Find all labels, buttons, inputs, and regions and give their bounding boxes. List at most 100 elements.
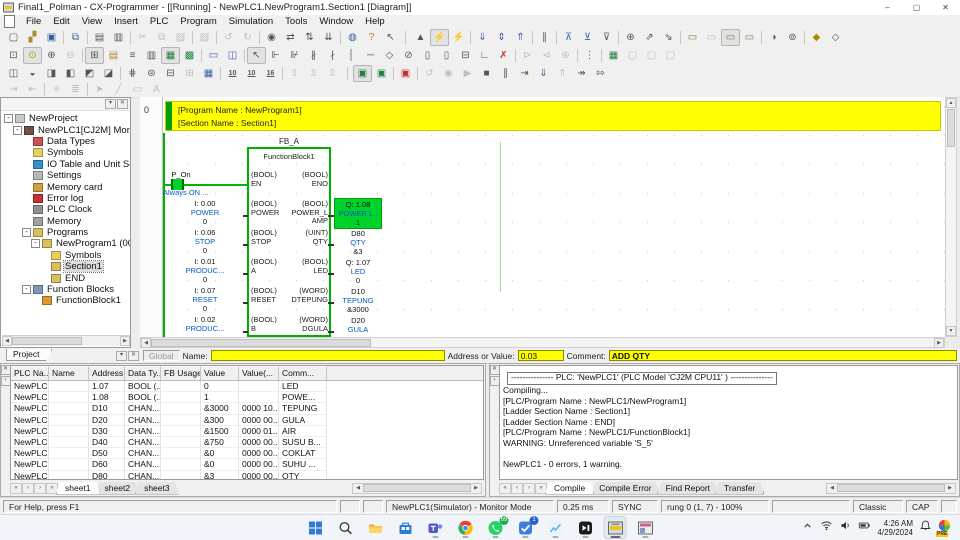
right-operand-cell[interactable]: Q: 1.07 LED 0 bbox=[335, 257, 381, 286]
tree-item-program-symbols[interactable]: Symbols bbox=[1, 250, 130, 261]
zoom-out-button[interactable]: ⊖ bbox=[61, 47, 80, 64]
scroll-right-icon[interactable]: ▶ bbox=[934, 337, 944, 348]
tree-item-error-log[interactable]: Error log bbox=[1, 193, 130, 204]
tree-item-newproject[interactable]: - NewProject bbox=[1, 113, 130, 124]
new-button[interactable]: ▢ bbox=[4, 29, 23, 46]
work-online-simulator-button[interactable]: ⚡ bbox=[430, 28, 449, 46]
align-bottom-button[interactable]: ≣ bbox=[66, 81, 85, 98]
toggle-grid-button[interactable]: ⊞ bbox=[85, 46, 104, 64]
previous-sheet-icon[interactable]: ‹ bbox=[22, 482, 34, 494]
simulator-monitor-button[interactable]: ▣ bbox=[372, 65, 391, 82]
teams-button[interactable] bbox=[424, 516, 447, 539]
change-all-button[interactable]: ⇅ bbox=[300, 29, 319, 46]
zoom-in-button[interactable]: ⊕ bbox=[42, 47, 61, 64]
send-changes-button[interactable]: ◇ bbox=[826, 29, 845, 46]
menu-view[interactable]: View bbox=[76, 16, 108, 27]
watch-row-8[interactable]: NewPLC1 D80 CHAN... &3 0000 00... QTY bbox=[11, 470, 483, 479]
monitor-hex-button[interactable]: 16 bbox=[261, 65, 280, 82]
wifi-icon[interactable] bbox=[820, 519, 833, 537]
edit-fb-button[interactable]: ⊲ bbox=[537, 47, 556, 64]
step-into-button[interactable]: ⇓ bbox=[534, 65, 553, 82]
sim-pause-button[interactable]: ∥ bbox=[496, 65, 515, 82]
scroll-right-icon[interactable]: ▶ bbox=[945, 483, 955, 493]
volume-icon[interactable] bbox=[839, 519, 852, 537]
column-header-data-ty-[interactable]: Data Ty... bbox=[125, 366, 161, 380]
watch-window-button[interactable]: ⊟ bbox=[161, 65, 180, 82]
project-tab[interactable]: Project bbox=[6, 349, 53, 361]
go-to-next-jump-button[interactable]: ⇬ bbox=[323, 65, 342, 82]
menu-tools[interactable]: Tools bbox=[279, 16, 313, 27]
force-off-button[interactable]: ⊻ bbox=[578, 29, 597, 46]
menu-insert[interactable]: Insert bbox=[108, 16, 144, 27]
cx-simulator-button[interactable] bbox=[634, 516, 657, 539]
continuous-step-run-button[interactable]: ↠ bbox=[572, 65, 591, 82]
window-properties-button[interactable]: ◫ bbox=[223, 47, 242, 64]
symbol-lookup-button[interactable]: ⧉ bbox=[66, 29, 85, 46]
differentiate-down-button[interactable]: ⇘ bbox=[659, 29, 678, 46]
cascade-windows-button[interactable]: ◫ bbox=[4, 65, 23, 82]
output-close-icon[interactable]: ✕ bbox=[489, 365, 500, 375]
output-horizontal-scrollbar[interactable]: ◀ ▶ bbox=[826, 482, 956, 494]
print-button[interactable]: ▤ bbox=[90, 29, 109, 46]
ladder-vertical-scrollbar[interactable]: ▲ ▼ bbox=[945, 97, 957, 337]
search-button[interactable] bbox=[334, 516, 357, 539]
monitor-signed-decimal-button[interactable]: 10 bbox=[242, 65, 261, 82]
monitor-button[interactable]: ⚡ bbox=[449, 29, 468, 46]
output-line-3[interactable]: [Ladder Section Name : Section1] bbox=[503, 406, 954, 417]
watch-row-4[interactable]: NewPLC1 D30 CHAN... &1500 0000 01... AIR bbox=[11, 425, 483, 437]
tree-item-function-blocks[interactable]: - Function Blocks bbox=[1, 284, 130, 295]
watch-monitor-button[interactable]: ▦ bbox=[604, 47, 623, 64]
watch-close-icon[interactable]: ✕ bbox=[0, 365, 11, 375]
new-or-contact-button[interactable]: ∦ bbox=[304, 47, 323, 64]
new-or-closed-contact-button[interactable]: ∤ bbox=[323, 47, 342, 64]
left-operand-cell[interactable]: I: 0.02 PRODUC... bbox=[165, 315, 245, 333]
copy-button[interactable]: ⧉ bbox=[152, 29, 171, 46]
tree-item-io-table[interactable]: IO Table and Unit Set bbox=[1, 159, 130, 170]
column-header-fb-usage[interactable]: FB Usage bbox=[161, 366, 201, 380]
show-rung-annotation-button[interactable]: ▥ bbox=[142, 47, 161, 64]
chrome-button[interactable] bbox=[454, 516, 477, 539]
column-header-value[interactable]: Value bbox=[201, 366, 239, 380]
scroll-up-icon[interactable]: ▲ bbox=[946, 98, 956, 108]
column-header-address[interactable]: Address bbox=[89, 366, 125, 380]
tree-item-symbols[interactable]: Symbols bbox=[1, 147, 130, 158]
find-next-button[interactable]: ⇊ bbox=[319, 29, 338, 46]
tree-item-data-types[interactable]: Data Types bbox=[1, 136, 130, 147]
expand-toggle-icon[interactable]: - bbox=[13, 125, 22, 135]
cut-button[interactable]: ✂ bbox=[133, 29, 152, 46]
watch-row-2[interactable]: NewPLC1 D10 CHAN... &3000 0000 10... TEPUNG bbox=[11, 403, 483, 415]
scroll-left-icon[interactable]: ◀ bbox=[353, 483, 363, 493]
draw-text-button[interactable]: A bbox=[147, 81, 166, 98]
indent-rung-button[interactable]: ⇥ bbox=[4, 81, 23, 98]
plc-clock-button[interactable]: ⊚ bbox=[783, 29, 802, 46]
output-line-4[interactable]: [Ladder Section Name : END] bbox=[503, 417, 954, 428]
new-instruction-button[interactable]: ▯ bbox=[437, 47, 456, 64]
scroll-thumb[interactable] bbox=[947, 109, 955, 147]
help-contents-button[interactable]: ? bbox=[362, 29, 381, 46]
scroll-thumb[interactable] bbox=[12, 337, 82, 345]
undo-button[interactable]: ↺ bbox=[219, 29, 238, 46]
fb-register-button[interactable]: ⊛ bbox=[556, 47, 575, 64]
scroll-left-icon[interactable]: ◀ bbox=[141, 337, 151, 348]
next-window-button[interactable]: ◪ bbox=[99, 65, 118, 82]
expand-toggle-icon[interactable]: - bbox=[22, 228, 31, 238]
output-tab-compile-error[interactable]: Compile Error bbox=[590, 481, 661, 495]
first-tab-icon[interactable]: « bbox=[499, 482, 511, 494]
show-comments-button[interactable]: ≡ bbox=[123, 47, 142, 64]
column-header-comm-[interactable]: Comm... bbox=[279, 366, 327, 380]
about-button[interactable]: ◍ bbox=[343, 29, 362, 46]
tree-item-programs[interactable]: - Programs bbox=[1, 227, 130, 238]
debug-mode-button[interactable]: ▭ bbox=[702, 29, 721, 46]
new-coil-button[interactable]: ◇ bbox=[380, 47, 399, 64]
program-mode-button[interactable]: ▭ bbox=[683, 29, 702, 46]
watch-row-6[interactable]: NewPLC1 D50 CHAN... &0 0000 00... COKLAT bbox=[11, 448, 483, 460]
watch-row-5[interactable]: NewPLC1 D40 CHAN... &750 0000 00... SUSU B... bbox=[11, 436, 483, 449]
output-tab-find-report[interactable]: Find Report bbox=[656, 481, 720, 495]
output-line-1[interactable]: Compiling... bbox=[503, 385, 954, 396]
output-line-0[interactable]: --------------- PLC: 'NewPLC1' (PLC Mode… bbox=[507, 372, 777, 385]
tile-vertical-button[interactable]: ◨ bbox=[42, 65, 61, 82]
column-header-value-[interactable]: Value(... bbox=[239, 366, 279, 380]
ladder-diagram[interactable]: [Program Name : NewProgram1] [Section Na… bbox=[163, 97, 945, 337]
tree-item-newplc1[interactable]: - NewPLC1[CJ2M] Monito bbox=[1, 124, 130, 136]
sheet-tab-sheet2[interactable]: sheet2 bbox=[95, 481, 140, 495]
